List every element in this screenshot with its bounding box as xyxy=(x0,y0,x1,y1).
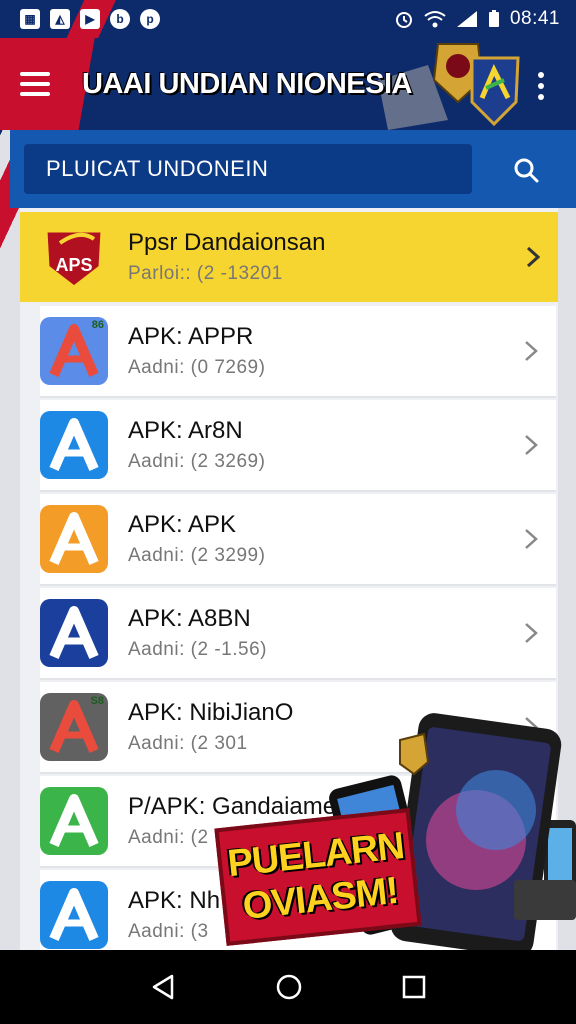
app-icon-tag: 86 xyxy=(91,319,104,331)
list-item-title: APK: Ar8N xyxy=(128,417,243,444)
back-icon[interactable] xyxy=(150,973,176,1001)
chevron-right-icon xyxy=(526,246,540,268)
featured-title: Ppsr Dandaionsan xyxy=(128,229,326,256)
list-item-text: APK: A8BN Aadni: (2 -1.56) xyxy=(128,605,524,661)
chevron-right-icon xyxy=(525,435,538,455)
app-icon xyxy=(40,787,108,855)
featured-text: Ppsr Dandaionsan Parloi:: (2 -13201 xyxy=(128,229,526,285)
promo-banner[interactable]: PUELARN OVIASM! xyxy=(214,690,576,950)
gallery-icon: ◭ xyxy=(50,9,70,29)
list-item-text: APK: APK Aadni: (2 3299) xyxy=(128,511,524,567)
signal-icon xyxy=(456,11,477,27)
status-right: 08:41 xyxy=(394,8,560,30)
app-icon: S8 xyxy=(40,693,108,761)
app-bar: UAAI UNDIAN NIONESIA xyxy=(0,38,576,130)
chevron-right-icon xyxy=(525,529,538,549)
list-item[interactable]: APK: Ar8N Aadni: (2 3269) xyxy=(40,400,556,492)
list-item-text: APK: APPR Aadni: (0 7269) xyxy=(128,323,524,379)
status-left: ▦ ◭ ▶ b p xyxy=(20,9,160,29)
battery-icon xyxy=(488,10,499,27)
chevron-right-icon xyxy=(525,341,538,361)
list-item-title: APK: APPR xyxy=(128,323,254,350)
chevron-right-icon xyxy=(525,623,538,643)
featured-list-item[interactable]: APS Ppsr Dandaionsan Parloi:: (2 -13201 xyxy=(20,212,558,302)
p-icon: p xyxy=(140,9,160,29)
navigation-bar xyxy=(0,950,576,1024)
more-options-icon[interactable] xyxy=(538,72,544,100)
recents-icon[interactable] xyxy=(402,975,426,999)
media-icon: ▶ xyxy=(80,9,100,29)
app-title: UAAI UNDIAN NIONESIA xyxy=(82,67,412,100)
featured-subtitle: Parloi:: (2 -13201 xyxy=(128,263,283,284)
list-item-subtitle: Aadni: (2 3299) xyxy=(128,545,266,566)
wifi-icon xyxy=(424,11,446,28)
status-time: 08:41 xyxy=(509,8,560,29)
list-item[interactable]: 86 APK: APPR Aadni: (0 7269) xyxy=(40,306,556,398)
status-bar: ▦ ◭ ▶ b p 08:41 xyxy=(0,0,576,38)
list-item[interactable]: APK: A8BN Aadni: (2 -1.56) xyxy=(40,588,556,680)
list-item-title: APK: A8BN xyxy=(128,605,251,632)
menu-icon[interactable] xyxy=(20,72,50,96)
list-item[interactable]: APK: APK Aadni: (2 3299) xyxy=(40,494,556,586)
calendar-icon: ▦ xyxy=(20,9,40,29)
list-item-subtitle: Aadni: (2 -1.56) xyxy=(128,639,267,660)
app-icon-tag: S8 xyxy=(90,695,104,707)
list-item-title: APK: APK xyxy=(128,511,237,538)
list-item-subtitle: Aadni: (0 7269) xyxy=(128,357,266,378)
search-bar: PLUICAT UNDONEIN xyxy=(10,130,576,208)
b-icon: b xyxy=(110,9,130,29)
search-icon[interactable] xyxy=(512,156,540,184)
app-icon xyxy=(40,599,108,667)
list-item-text: APK: Ar8N Aadni: (2 3269) xyxy=(128,417,524,473)
app-icon: 86 xyxy=(40,317,108,385)
promo-text: PUELARN OVIASM! xyxy=(214,808,422,946)
aps-logo-icon: APS xyxy=(40,223,108,291)
aps-logo-text: APS xyxy=(55,255,92,275)
list-item-subtitle: Aadni: (2 3269) xyxy=(128,451,266,472)
search-input[interactable]: PLUICAT UNDONEIN xyxy=(24,144,472,194)
home-icon[interactable] xyxy=(275,973,303,1001)
app-icon xyxy=(40,505,108,573)
app-icon xyxy=(40,881,108,949)
alarm-icon xyxy=(395,12,412,28)
app-icon xyxy=(40,411,108,479)
